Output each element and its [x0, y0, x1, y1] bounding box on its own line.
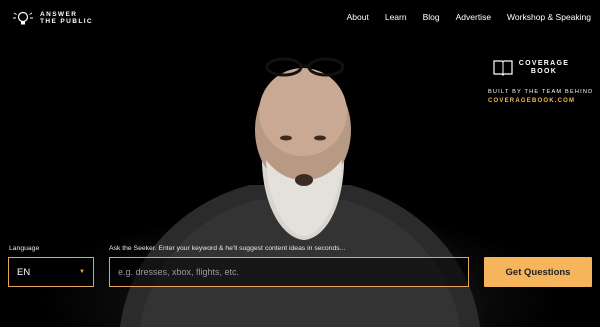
language-select[interactable]: EN ▼: [8, 257, 94, 287]
language-value: EN: [17, 266, 31, 278]
promo-brand-line-1: COVERAGE: [518, 59, 570, 67]
seeker-label: Ask the Seeker. Enter your keyword & he'…: [109, 245, 346, 252]
logo-line-1: ANSWER: [40, 10, 78, 18]
get-questions-button[interactable]: Get Questions: [484, 257, 592, 287]
logo-line-2: THE PUBLIC: [40, 18, 93, 25]
logo-wordmark: ANSWER THE PUBLIC: [40, 11, 93, 26]
nav-workshop-speaking[interactable]: Workshop & Speaking: [507, 12, 591, 22]
coverage-book-logo: COVERAGE BOOK: [488, 59, 574, 76]
promo-built-by: BUILT BY THE TEAM BEHIND: [488, 89, 594, 95]
keyword-search-input[interactable]: [109, 257, 469, 287]
promo-brand-line-2: BOOK: [530, 67, 558, 75]
promo-link[interactable]: COVERAGEBOOK.COM: [488, 98, 574, 104]
book-icon: [493, 60, 513, 76]
coverage-book-wordmark: COVERAGE BOOK: [519, 60, 569, 76]
top-nav: About Learn Blog Advertise Workshop & Sp…: [347, 12, 591, 22]
answer-the-public-logo[interactable]: ANSWER THE PUBLIC: [12, 9, 93, 27]
nav-about[interactable]: About: [347, 12, 369, 22]
nav-learn[interactable]: Learn: [385, 12, 407, 22]
caret-down-icon: ▼: [79, 269, 85, 275]
nav-advertise[interactable]: Advertise: [456, 12, 491, 22]
lightbulb-icon: [13, 11, 33, 25]
nav-blog[interactable]: Blog: [423, 12, 440, 22]
language-label: Language: [9, 245, 40, 252]
coverage-book-promo[interactable]: COVERAGE BOOK BUILT BY THE TEAM BEHIND C…: [488, 59, 594, 105]
